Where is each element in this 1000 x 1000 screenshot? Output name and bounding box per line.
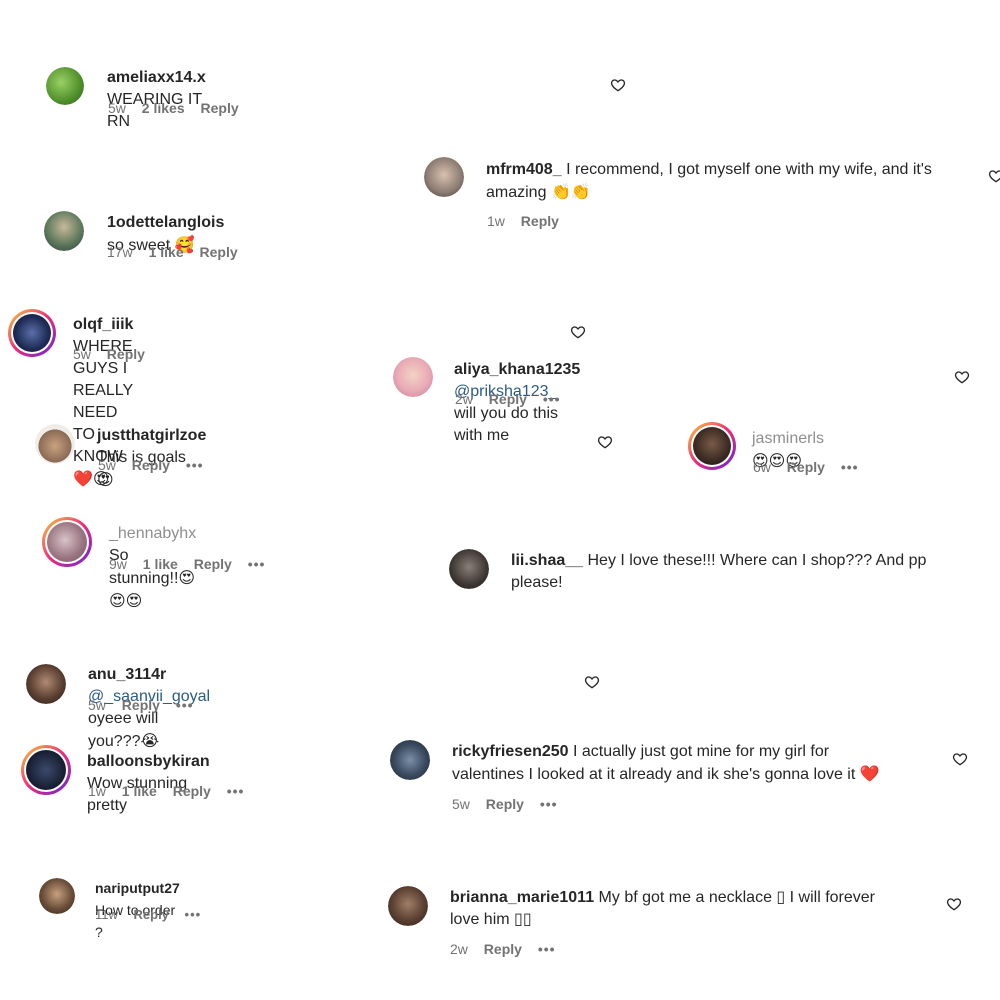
reply-button[interactable]: Reply bbox=[787, 459, 825, 475]
heart-outline-icon[interactable] bbox=[954, 369, 970, 385]
avatar[interactable] bbox=[35, 424, 75, 464]
comment-username[interactable]: aliya_khana1235 bbox=[454, 361, 580, 378]
reply-button[interactable]: Reply bbox=[173, 783, 211, 799]
heart-outline-icon[interactable] bbox=[952, 751, 968, 767]
comment-username[interactable]: anu_3114r bbox=[88, 666, 166, 683]
more-options-icon[interactable]: ••• bbox=[538, 941, 556, 957]
reply-button[interactable]: Reply bbox=[484, 941, 522, 957]
reply-button[interactable]: Reply bbox=[122, 697, 160, 713]
comment-time: 1w bbox=[487, 213, 505, 229]
comment-username[interactable]: justthatgirlzoe bbox=[97, 427, 206, 444]
avatar-story-ring[interactable] bbox=[42, 517, 92, 567]
comment-time: 5w bbox=[73, 346, 91, 362]
comment-time: 17w bbox=[107, 244, 133, 260]
comment-text-cont: please! bbox=[511, 574, 563, 591]
avatar-story-ring[interactable] bbox=[688, 422, 736, 470]
comment-username[interactable]: lii.shaa__ bbox=[511, 552, 583, 569]
comment-likes[interactable]: 1 like bbox=[149, 244, 184, 260]
avatar[interactable] bbox=[393, 357, 433, 397]
reply-button[interactable]: Reply bbox=[201, 100, 239, 116]
avatar[interactable] bbox=[44, 211, 84, 251]
comment-time: 9w bbox=[109, 556, 127, 572]
more-options-icon[interactable]: ••• bbox=[185, 907, 202, 922]
reply-button[interactable]: Reply bbox=[521, 213, 559, 229]
comment-username[interactable]: olqf_iiik bbox=[73, 316, 133, 333]
comment-username[interactable]: nariputput27 bbox=[95, 880, 180, 896]
more-options-icon[interactable]: ••• bbox=[540, 796, 558, 812]
heart-outline-icon[interactable] bbox=[584, 674, 600, 690]
comment-username[interactable]: ameliaxx14.x bbox=[107, 69, 206, 86]
comment-text: I actually just got mine for my girl for bbox=[572, 743, 830, 760]
reply-button[interactable]: Reply bbox=[486, 796, 524, 812]
comment-username[interactable]: rickyfriesen250 bbox=[452, 743, 569, 760]
comment-time: 5w bbox=[108, 100, 126, 116]
comment-username[interactable]: jasminerls bbox=[752, 430, 824, 447]
more-options-icon[interactable]: ••• bbox=[176, 697, 194, 713]
comment-username[interactable]: mfrm408_ bbox=[486, 161, 562, 178]
avatar[interactable] bbox=[26, 664, 66, 704]
more-options-icon[interactable]: ••• bbox=[543, 391, 561, 407]
comment-time: 5w bbox=[98, 457, 116, 473]
comment-text: will you do this with me bbox=[454, 405, 559, 444]
clap-emoji: 👏👏 bbox=[550, 182, 591, 201]
comment-username[interactable]: _hennabyhx bbox=[109, 525, 196, 542]
comment-text: Hey I love these!!! Where can I shop??? … bbox=[587, 552, 927, 569]
more-options-icon[interactable]: ••• bbox=[227, 783, 245, 799]
comment-text-cont: amazing bbox=[486, 184, 547, 201]
reply-button[interactable]: Reply bbox=[200, 244, 238, 260]
heart-outline-icon[interactable] bbox=[946, 896, 962, 912]
avatar[interactable] bbox=[424, 157, 464, 197]
comment-likes[interactable]: 2 likes bbox=[142, 100, 185, 116]
heart-outline-icon[interactable] bbox=[988, 168, 1000, 184]
comment-time: 1w bbox=[88, 783, 106, 799]
avatar[interactable] bbox=[46, 67, 84, 105]
crying-emoji: 😭 bbox=[140, 731, 160, 750]
avatar-story-ring[interactable] bbox=[8, 309, 56, 357]
comment-time: 11w bbox=[95, 907, 118, 922]
avatar[interactable] bbox=[449, 549, 489, 589]
reply-button[interactable]: Reply bbox=[134, 907, 169, 922]
comment-time: 5w bbox=[88, 697, 106, 713]
heart-outline-icon[interactable] bbox=[610, 77, 626, 93]
avatar[interactable] bbox=[390, 740, 430, 780]
reply-button[interactable]: Reply bbox=[489, 391, 527, 407]
comment-text: I recommend, I got myself one with my wi… bbox=[566, 161, 932, 178]
comment-time: 5w bbox=[452, 796, 470, 812]
comment-username[interactable]: 1odettelanglois bbox=[107, 214, 224, 231]
comment-text-cont: valentines I looked at it already and ik… bbox=[452, 766, 856, 783]
avatar-story-ring[interactable] bbox=[21, 745, 71, 795]
comment-username[interactable]: balloonsbykiran bbox=[87, 753, 210, 770]
comment-text-cont: love him ▯▯ bbox=[450, 911, 532, 928]
heart-outline-icon[interactable] bbox=[570, 324, 586, 340]
comment-time: 6w bbox=[753, 459, 771, 475]
comment-text: My bf got me a necklace ▯ I will forever bbox=[598, 889, 876, 906]
red-heart-emoji: ❤️ bbox=[859, 764, 880, 783]
comment-username[interactable]: brianna_marie1011 bbox=[450, 889, 594, 906]
avatar[interactable] bbox=[39, 878, 75, 914]
reply-button[interactable]: Reply bbox=[194, 556, 232, 572]
reply-button[interactable]: Reply bbox=[132, 457, 170, 473]
comment-time: 2w bbox=[450, 941, 468, 957]
heart-outline-icon[interactable] bbox=[597, 434, 613, 450]
more-options-icon[interactable]: ••• bbox=[248, 556, 266, 572]
comment-time: 2w bbox=[455, 391, 473, 407]
avatar[interactable] bbox=[388, 886, 428, 926]
comment-likes[interactable]: 1 like bbox=[122, 783, 157, 799]
comment-likes[interactable]: 1 like bbox=[143, 556, 178, 572]
more-options-icon[interactable]: ••• bbox=[186, 457, 204, 473]
reply-button[interactable]: Reply bbox=[107, 346, 145, 362]
more-options-icon[interactable]: ••• bbox=[841, 459, 859, 475]
